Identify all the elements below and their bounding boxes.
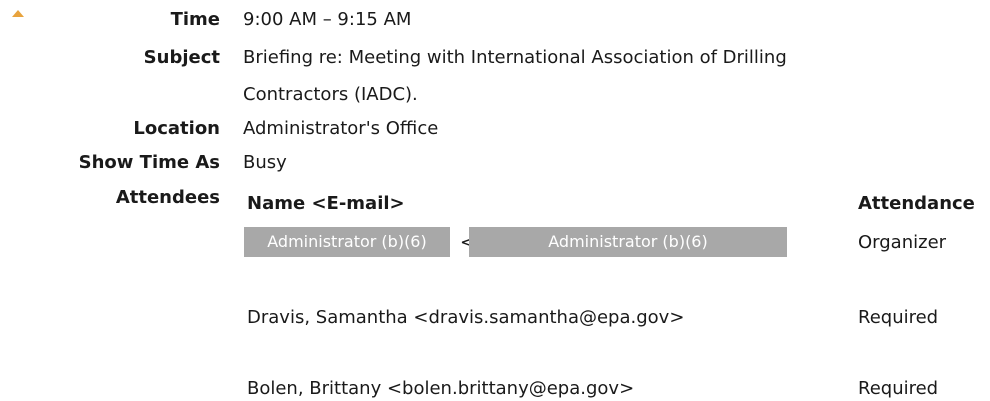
show-time-as-label: Show Time As [78,152,220,173]
show-time-as-value: Busy [243,152,287,173]
attendance-bolen: Required [858,378,939,399]
time-label: Time [170,9,220,30]
attendee-dravis: Dravis, Samantha <dravis.samantha@epa.go… [247,307,685,328]
attendance-header: Attendance [858,193,975,214]
attendee-bolen: Bolen, Brittany <bolen.brittany@epa.gov> [247,378,635,399]
location-label: Location [133,118,220,139]
subject-value-line2: Contractors (IADC). [243,84,418,105]
collapse-arrow-icon[interactable] [12,10,24,17]
redacted-email: Administrator (b)(6) [469,227,787,257]
attendance-dravis: Required [858,307,939,328]
name-email-header: Name <E-mail> [247,193,405,214]
attendees-label: Attendees [115,187,220,208]
subject-label: Subject [143,47,220,68]
location-value: Administrator's Office [243,118,439,139]
subject-value-line1: Briefing re: Meeting with International … [243,47,787,68]
time-value: 9:00 AM – 9:15 AM [243,9,412,30]
attendance-organizer: Organizer [858,232,947,253]
redacted-name: Administrator (b)(6) [244,227,450,257]
